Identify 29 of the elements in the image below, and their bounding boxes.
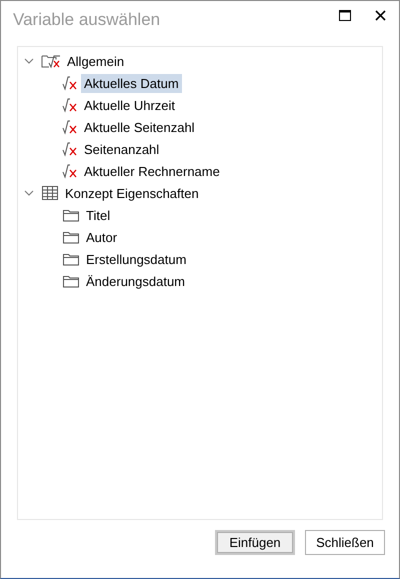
tree-item[interactable]: Autor <box>83 228 120 246</box>
chevron-icon[interactable] <box>24 57 34 65</box>
window-title: Variable auswählen <box>13 10 162 30</box>
tree-item[interactable]: Aktueller Rechnername <box>81 162 223 180</box>
chevron-icon[interactable] <box>24 189 34 197</box>
formula-icon <box>62 75 78 91</box>
formula-icon <box>62 141 78 157</box>
folder-icon <box>62 251 80 267</box>
tree-item[interactable]: Allgemein <box>64 52 128 70</box>
tree-item[interactable]: Konzept Eigenschaften <box>62 184 202 202</box>
tree-item[interactable]: Aktuelles Datum <box>81 74 182 92</box>
dialog-button[interactable]: Einfügen <box>215 530 295 555</box>
tree-item[interactable]: Aktuelle Seitenzahl <box>81 118 198 136</box>
formula-icon <box>62 119 78 135</box>
close-icon[interactable] <box>375 10 386 21</box>
folder-icon <box>62 273 80 289</box>
folder-icon <box>62 207 80 223</box>
formula-icon <box>62 163 78 179</box>
table-icon <box>41 185 59 201</box>
dialog-button[interactable]: Schließen <box>305 530 385 555</box>
tree-item[interactable]: Seitenanzahl <box>81 140 162 158</box>
folder-formula-icon <box>41 53 61 69</box>
tree-item[interactable]: Titel <box>83 206 114 224</box>
maximize-icon[interactable] <box>339 10 351 21</box>
formula-icon <box>62 97 78 113</box>
tree-item[interactable]: Änderungsdatum <box>83 272 188 290</box>
tree-item[interactable]: Erstellungsdatum <box>83 250 190 268</box>
folder-icon <box>62 229 80 245</box>
tree-item[interactable]: Aktuelle Uhrzeit <box>81 96 178 114</box>
